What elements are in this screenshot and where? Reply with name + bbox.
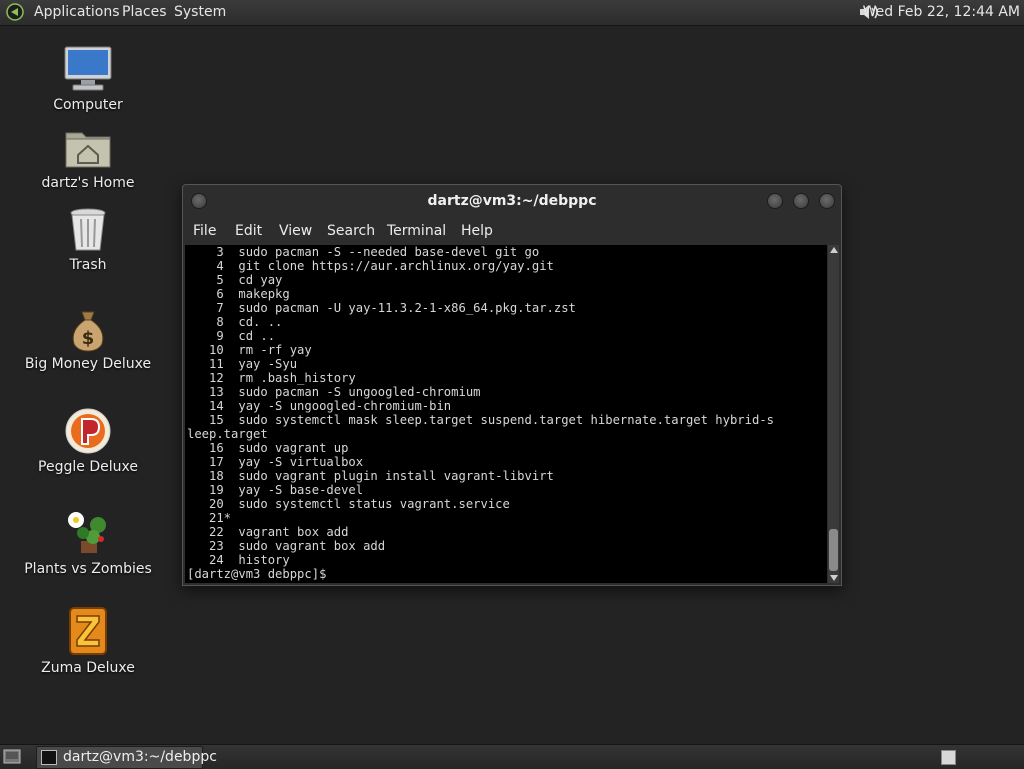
taskbar-button-label: dartz@vm3:~/debppc <box>63 749 217 765</box>
desktop-icon-peggle[interactable]: Peggle Deluxe <box>18 407 158 475</box>
maximize-button[interactable] <box>793 193 809 209</box>
terminal-line: 24 history <box>187 553 290 567</box>
menu-view[interactable]: View <box>279 218 312 244</box>
terminal-line: [dartz@vm3 debppc]$ <box>187 567 334 581</box>
terminal-line: 21* <box>187 511 232 525</box>
desktop-icon-big-money[interactable]: $ Big Money Deluxe <box>18 308 158 372</box>
terminal-icon <box>41 750 57 765</box>
menu-search[interactable]: Search <box>327 218 375 244</box>
desktop-icon-label: Computer <box>53 97 123 113</box>
menu-terminal[interactable]: Terminal <box>387 218 446 244</box>
plants-vs-zombies-icon <box>68 512 106 553</box>
gnome-foot-icon[interactable] <box>6 3 24 21</box>
clock[interactable]: Wed Feb 22, 12:44 AM <box>863 0 1020 25</box>
window-titlebar[interactable]: dartz@vm3:~/debppc <box>183 185 841 217</box>
show-desktop-icon[interactable] <box>3 749 21 764</box>
terminal-line: 6 makepkg <box>187 287 290 301</box>
terminal-line: leep.target <box>187 427 268 441</box>
terminal-line: 11 yay -Syu <box>187 357 298 371</box>
bottom-panel: dartz@vm3:~/debppc <box>0 744 1024 769</box>
desktop-icon-label: Zuma Deluxe <box>41 660 135 676</box>
menu-edit[interactable]: Edit <box>235 218 262 244</box>
terminal-line: 16 sudo vagrant up <box>187 441 349 455</box>
close-button[interactable] <box>819 193 835 209</box>
terminal-line: 3 sudo pacman -S --needed base-devel git… <box>187 245 540 259</box>
terminal-line: 22 vagrant box add <box>187 525 349 539</box>
desktop-icon-label: Trash <box>69 257 107 273</box>
terminal-line: 15 sudo systemctl mask sleep.target susp… <box>187 413 774 427</box>
terminal-line: 13 sudo pacman -S ungoogled-chromium <box>187 385 481 399</box>
terminal-line: 14 yay -S ungoogled-chromium-bin <box>187 399 452 413</box>
scroll-down-arrow-icon[interactable] <box>829 575 838 581</box>
trash-icon <box>70 208 106 251</box>
zuma-icon <box>69 607 107 655</box>
desktop-icon-computer[interactable]: Computer <box>18 45 158 113</box>
window-title: dartz@vm3:~/debppc <box>427 193 597 209</box>
terminal-text: 3 sudo pacman -S --needed base-devel git… <box>185 245 827 581</box>
terminal-menubar: File Edit View Search Terminal Help <box>183 218 841 244</box>
desktop-icon-pvz[interactable]: Plants vs Zombies <box>18 507 158 577</box>
svg-text:$: $ <box>82 328 95 349</box>
top-panel: Applications Places System Wed Feb 22, 1… <box>0 0 1024 26</box>
terminal-line: 19 yay -S base-devel <box>187 483 364 497</box>
menu-file[interactable]: File <box>193 218 216 244</box>
system-menu[interactable]: System <box>174 0 226 25</box>
terminal-line: 4 git clone https://aur.archlinux.org/ya… <box>187 259 554 273</box>
terminal-line: 18 sudo vagrant plugin install vagrant-l… <box>187 469 554 483</box>
terminal-line: 17 yay -S virtualbox <box>187 455 364 469</box>
desktop-icon-label: Plants vs Zombies <box>24 561 152 577</box>
scrollbar-thumb[interactable] <box>829 529 838 571</box>
computer-icon <box>64 46 112 91</box>
desktop-icon-label: dartz's Home <box>41 175 135 191</box>
terminal-line: 8 cd. .. <box>187 315 283 329</box>
peggle-icon <box>65 408 111 454</box>
terminal-line: 23 sudo vagrant box add <box>187 539 386 553</box>
minimize-button[interactable] <box>767 193 783 209</box>
desktop-icon-label: Big Money Deluxe <box>24 356 152 372</box>
terminal-scrollbar[interactable] <box>828 245 839 583</box>
home-folder-icon <box>65 132 111 168</box>
terminal-window[interactable]: dartz@vm3:~/debppc File Edit View Search… <box>182 184 842 586</box>
terminal-line: 12 rm .bash_history <box>187 371 356 385</box>
taskbar-terminal-button[interactable]: dartz@vm3:~/debppc <box>36 746 217 769</box>
terminal-output[interactable]: 3 sudo pacman -S --needed base-devel git… <box>185 245 827 583</box>
terminal-line: 20 sudo systemctl status vagrant.service <box>187 497 510 511</box>
terminal-line: 10 rm -rf yay <box>187 343 312 357</box>
desktop-icon-zuma[interactable]: Zuma Deluxe <box>18 606 158 676</box>
desktop-icon-label: Peggle Deluxe <box>38 459 138 475</box>
applications-menu[interactable]: Applications <box>34 0 120 25</box>
menu-help[interactable]: Help <box>461 218 493 244</box>
workspace-switcher[interactable] <box>941 750 956 765</box>
desktop-icon-trash[interactable]: Trash <box>18 207 158 273</box>
scroll-up-arrow-icon[interactable] <box>829 247 838 253</box>
desktop-icon-home[interactable]: dartz's Home <box>18 127 158 191</box>
places-menu[interactable]: Places <box>122 0 167 25</box>
terminal-line: 7 sudo pacman -U yay-11.3.2-1-x86_64.pkg… <box>187 301 576 315</box>
money-bag-icon: $ <box>72 311 104 352</box>
terminal-line: 5 cd yay <box>187 273 283 287</box>
terminal-line: 9 cd .. <box>187 329 276 343</box>
